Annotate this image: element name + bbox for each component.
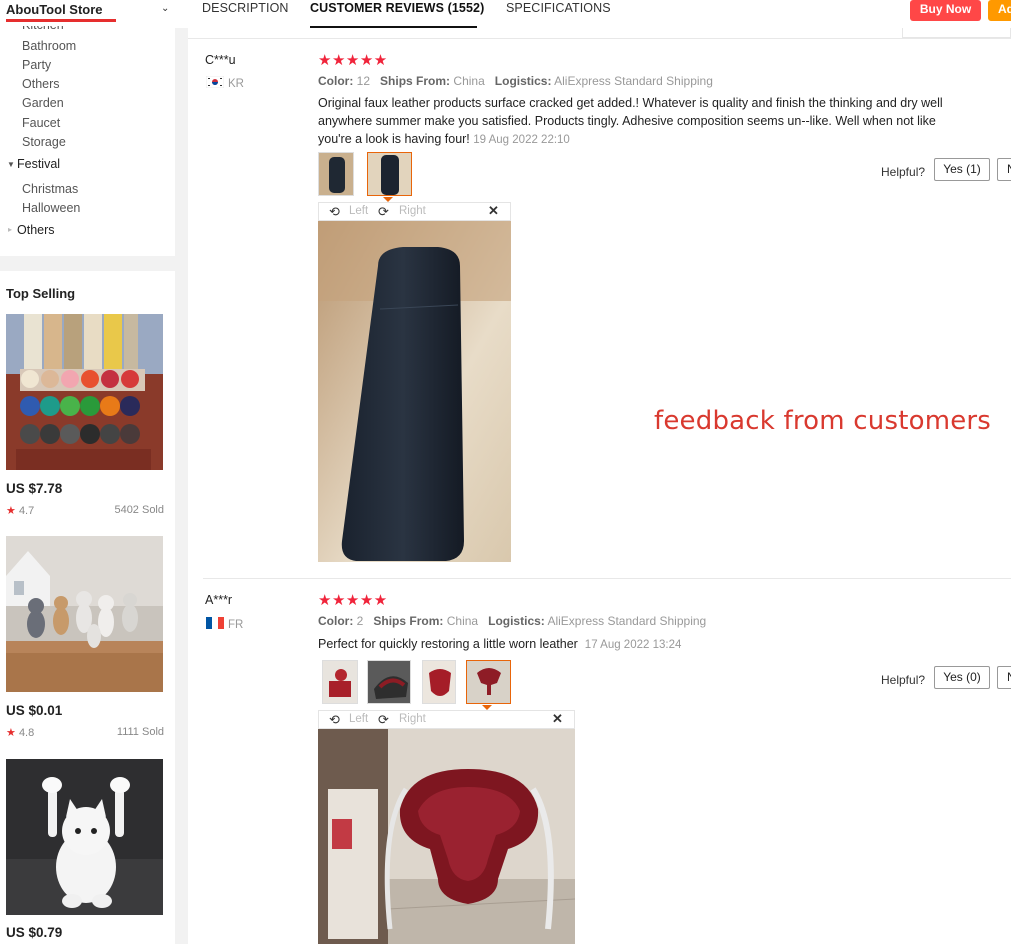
review-photo-thumbnail[interactable] [422,660,456,704]
product-price: US $7.78 [6,481,63,496]
rotate-right-icon[interactable]: ⟳ [378,712,389,728]
logistics-label: Logistics: [488,614,545,628]
rotate-left-icon[interactable]: ⟲ [329,712,340,728]
reviewer-country: KR [206,76,244,90]
rotate-left-label[interactable]: Left [349,205,368,217]
flag-kr-icon [206,76,224,88]
rotate-left-icon[interactable]: ⟲ [329,204,340,220]
category-item-christmas[interactable]: Christmas [22,182,78,196]
logistics-value: AliExpress Standard Shipping [554,74,713,88]
review-date: 17 Aug 2022 13:24 [584,639,682,651]
product-meta: ★ 4.7 5402 Sold [6,504,164,517]
rotate-right-label[interactable]: Right [399,713,426,725]
logistics-value: AliExpress Standard Shipping [547,614,707,628]
product-meta: ★ 4.8 1111 Sold [6,726,164,739]
sort-control-edge[interactable] [902,28,1011,38]
review-photo-thumbnail[interactable] [318,152,354,196]
rotate-right-label[interactable]: Right [399,205,426,217]
product-sold-count: 5402 Sold [114,504,164,516]
review-attributes: Color: 2 Ships From: China Logistics: Al… [318,614,706,628]
ships-from-value: China [453,74,485,88]
review-attributes: Color: 12 Ships From: China Logistics: A… [318,74,713,88]
helpful-no-button[interactable]: N [997,666,1011,689]
add-to-cart-button[interactable]: Ad [988,0,1011,21]
category-item-halloween[interactable]: Halloween [22,201,80,215]
reviewer-name: A***r [205,593,233,607]
divider [188,38,1011,39]
category-item-storage[interactable]: Storage [22,135,66,149]
category-item-party[interactable]: Party [22,58,51,72]
category-item-garden[interactable]: Garden [22,96,64,110]
star-icon: ★ [6,727,16,739]
review-photo-large[interactable] [318,221,511,562]
flag-fr-icon [206,617,224,629]
country-code: FR [228,619,244,631]
category-item-faucet[interactable]: Faucet [22,116,60,130]
product-rating: 4.7 [18,505,35,517]
review-divider [203,578,1011,579]
reviewer-country: FR [206,617,243,631]
image-viewer-toolbar: ⟲ Left ⟳ Right ✕ [318,202,511,221]
color-label: Color: [318,614,354,628]
category-group-festival[interactable]: Festival [17,157,60,171]
review-photo-thumbnail[interactable] [322,660,358,704]
store-name[interactable]: AbouTool Store [6,2,103,17]
triangle-right-icon[interactable]: ▸ [8,225,12,234]
top-selling-panel: Top Selling US $7.78 ★ 4.7 5402 Sold US … [0,271,175,944]
star-rating: ★★★★★ [318,52,388,69]
star-rating: ★★★★★ [318,592,388,609]
review-photo-thumbnail[interactable] [367,660,411,704]
product-image-leather-rolls[interactable] [6,314,163,470]
category-group-others[interactable]: Others [17,223,55,237]
top-selling-title: Top Selling [6,286,76,301]
helpful-yes-button[interactable]: Yes (0) [934,666,990,689]
helpful-label: Helpful? [881,673,926,687]
product-sold-count: 1111 Sold [116,726,164,738]
review-date: 19 Aug 2022 22:10 [473,134,570,146]
store-name-underline [6,19,116,22]
triangle-down-icon[interactable]: ▼ [7,160,15,169]
chevron-down-icon[interactable]: ⌄ [161,3,169,14]
review-body: Perfect for quickly restoring a little w… [318,637,578,651]
product-rating: 4.8 [18,727,35,739]
product-image-cat-earbud-holder[interactable] [6,759,163,915]
image-viewer-toolbar: ⟲ Left ⟳ Right ✕ [318,710,575,729]
review-text: Original faux leather products surface c… [318,94,968,149]
review-body: Original faux leather products surface c… [318,96,943,146]
ships-from-value: China [446,614,479,628]
helpful-label: Helpful? [881,165,926,179]
color-label: Color: [318,74,354,88]
review-text: Perfect for quickly restoring a little w… [318,635,968,654]
product-image-cat-figurines[interactable] [6,536,163,692]
ships-from-label: Ships From: [380,74,451,88]
rotate-left-label[interactable]: Left [349,713,368,725]
tab-specifications[interactable]: SPECIFICATIONS [506,1,611,15]
logistics-label: Logistics: [494,74,552,88]
review-photo-thumbnail-selected[interactable] [466,660,511,704]
category-item-bathroom[interactable]: Bathroom [22,39,76,53]
country-code: KR [228,78,244,90]
close-icon[interactable]: ✕ [552,711,563,727]
category-panel: Kitchen Bathroom Party Others Garden Fau… [0,26,175,256]
helpful-yes-button[interactable]: Yes (1) [934,158,990,181]
review-photo-thumbnail-selected[interactable] [367,152,412,196]
tab-description[interactable]: DESCRIPTION [202,1,289,15]
product-price: US $0.79 [6,925,63,940]
tab-customer-reviews[interactable]: CUSTOMER REVIEWS (1552) [310,1,484,15]
helpful-no-button[interactable]: N [997,158,1011,181]
rotate-right-icon[interactable]: ⟳ [378,204,389,220]
review-photo-large[interactable] [318,729,575,944]
close-icon[interactable]: ✕ [488,203,499,219]
reviewer-name: C***u [205,53,236,67]
color-value: 12 [356,74,371,88]
buy-now-button[interactable]: Buy Now [910,0,981,21]
category-item-others[interactable]: Others [22,77,60,91]
overlay-caption: feedback from customers [654,406,992,436]
star-icon: ★ [6,505,16,517]
product-price: US $0.01 [6,703,63,718]
top-navigation-bar: AbouTool Store ⌄ DESCRIPTION CUSTOMER RE… [0,0,1011,29]
ships-from-label: Ships From: [373,614,444,628]
color-value: 2 [356,614,364,628]
